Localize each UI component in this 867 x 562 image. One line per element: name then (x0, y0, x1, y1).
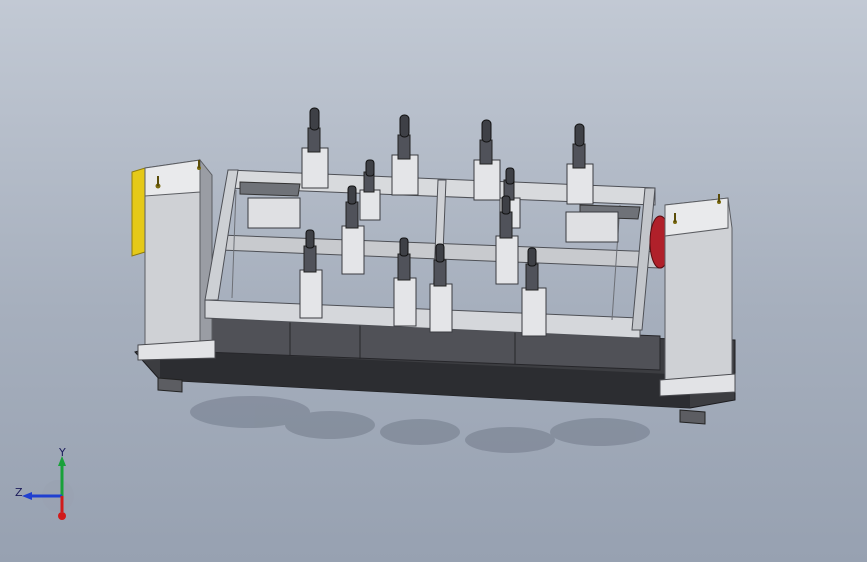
graphics-viewport[interactable]: Y Z (0, 0, 867, 562)
y-axis-label: Y (58, 448, 66, 459)
z-axis-label: Z (15, 486, 23, 499)
model-shadow (190, 396, 650, 453)
support-block (247, 197, 301, 229)
z-axis-arrow (22, 492, 32, 500)
toggle-clamp (359, 159, 381, 221)
support-block (565, 211, 619, 243)
toggle-clamp (566, 123, 594, 205)
3d-model-view[interactable] (0, 0, 867, 562)
yellow-motor-cover (131, 167, 146, 257)
toggle-clamp (301, 107, 329, 189)
toggle-clamp (391, 114, 419, 196)
coordinate-triad[interactable]: Y Z (14, 448, 76, 528)
x-axis-end (58, 512, 66, 520)
toggle-clamp (473, 119, 501, 201)
left-headstock (131, 158, 216, 361)
